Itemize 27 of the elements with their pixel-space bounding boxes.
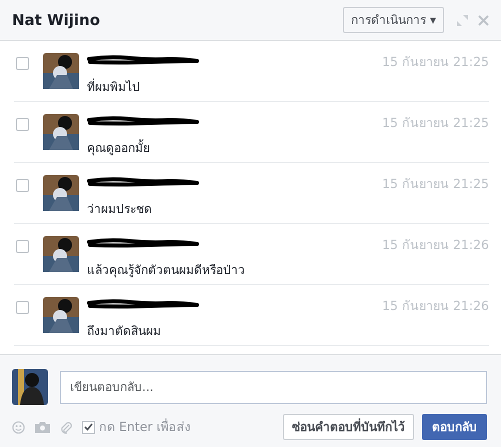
enter-send-checkbox[interactable] bbox=[82, 420, 95, 434]
message-checkbox[interactable] bbox=[16, 301, 29, 314]
message-checkbox[interactable] bbox=[16, 240, 29, 253]
camera-icon[interactable] bbox=[35, 421, 50, 433]
message-time: 15 กันยายน 21:25 bbox=[382, 53, 489, 71]
message-checkbox[interactable] bbox=[16, 179, 29, 192]
close-icon[interactable] bbox=[478, 14, 489, 26]
reply-button[interactable]: ตอบกลับ bbox=[422, 414, 487, 440]
message-time: 15 กันยายน 21:26 bbox=[382, 297, 489, 315]
enter-send-label: กด Enter เพื่อส่ง bbox=[99, 418, 190, 436]
expand-icon[interactable] bbox=[456, 14, 469, 26]
message-text: แล้วคุณรู้จักตัวตนผมดีหรือป่าว bbox=[87, 262, 246, 279]
window-title: Nat Wijino bbox=[12, 10, 100, 31]
message-text: ว่าผมประชด bbox=[87, 200, 153, 218]
message-text: ถึงมาตัดสินผม bbox=[87, 322, 162, 340]
message-checkbox[interactable] bbox=[16, 57, 29, 70]
smiley-icon[interactable] bbox=[12, 420, 25, 434]
message-time: 15 กันยายน 21:25 bbox=[382, 175, 489, 193]
message-text: คุณดูออกมั้ย bbox=[87, 138, 151, 157]
hide-saved-replies-button[interactable]: ซ่อนคำตอบที่บันทึกไว้ bbox=[283, 414, 414, 440]
reply-input-field[interactable]: เขียนตอบกลับ... bbox=[60, 370, 487, 404]
message-text: ที่ผมพิมไป bbox=[87, 78, 141, 96]
message-checkbox[interactable] bbox=[16, 118, 29, 131]
message-time: 15 กันยายน 21:26 bbox=[382, 236, 489, 254]
message-time: 15 กันยายน 21:25 bbox=[382, 114, 489, 132]
paperclip-icon[interactable] bbox=[60, 420, 72, 434]
actions-dropdown[interactable]: การดำเนินการ ▾ bbox=[343, 7, 444, 33]
